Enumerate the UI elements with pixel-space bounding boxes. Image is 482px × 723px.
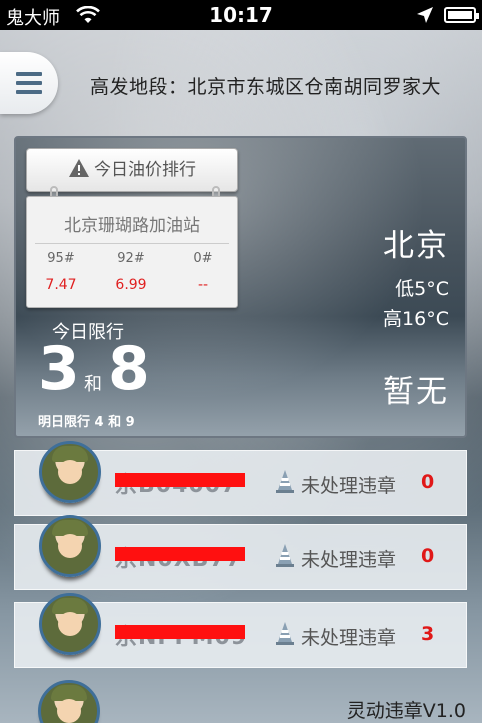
violation-count: 0 [421,471,435,493]
divider [35,243,229,244]
oil-price-column: 92# 6.99 [101,251,161,293]
avatar [39,441,101,503]
restriction-number-2: 8 [108,334,150,404]
oil-price-ranking-tab[interactable]: 今日油价排行 [26,148,238,192]
violation-count: 3 [421,623,435,645]
violation-count: 0 [421,545,435,567]
plate-redaction [115,473,245,487]
violation-label: 未处理违章 [301,627,397,649]
status-bar: 鬼大师 10:17 [0,0,482,30]
weather-status: 暂无 [383,374,449,410]
menu-button[interactable] [0,52,58,114]
plate-redaction [115,625,245,639]
oil-price-panel: 北京珊瑚路加油站 95# 7.47 92# 6.99 0# -- [26,196,238,308]
info-card: 今日油价排行 北京珊瑚路加油站 95# 7.47 92# 6.99 0# -- … [14,136,467,438]
oil-price: 6.99 [115,277,147,293]
oil-grade: 0# [193,251,213,266]
oil-grade: 92# [117,251,145,266]
high-incidence-address: 高发地段：北京市东城区仓南胡同罗家大 [90,76,442,98]
restriction-and: 和 [84,374,102,395]
oil-price: 7.47 [45,277,77,293]
plate-redaction [115,547,245,561]
avatar [39,515,101,577]
vehicle-row[interactable]: 京NPPM09 未处理违章 3 [14,593,467,668]
traffic-cone-icon [276,622,294,645]
avatar [38,680,100,723]
violation-label: 未处理违章 [301,475,397,497]
oil-price-column: 95# 7.47 [31,251,91,293]
location-icon [417,7,433,23]
avatar [39,593,101,655]
station-name: 北京珊瑚路加油站 [64,216,200,236]
vehicle-row[interactable]: 京B04007 未处理违章 0 [14,441,467,516]
oil-price-column: 0# -- [173,251,233,293]
restriction-number-1: 3 [38,334,80,404]
temperature-high: 高16°C [383,308,449,330]
oil-grade: 95# [47,251,75,266]
tomorrow-restriction: 明日限行 4 和 9 [38,415,135,430]
warning-icon [69,159,89,177]
battery-icon [444,7,479,23]
oil-price: -- [197,277,209,293]
traffic-cone-icon [276,470,294,493]
vehicle-row[interactable]: 京N0XB77 未处理违章 0 [14,515,467,590]
traffic-cone-icon [276,544,294,567]
temperature-low: 低5°C [395,278,449,300]
oil-tab-label: 今日油价排行 [94,160,196,180]
clock: 10:17 [209,3,273,27]
violation-label: 未处理违章 [301,549,397,571]
city-name: 北京 [383,228,449,264]
app-version: 灵动违章V1.0 [346,700,466,722]
